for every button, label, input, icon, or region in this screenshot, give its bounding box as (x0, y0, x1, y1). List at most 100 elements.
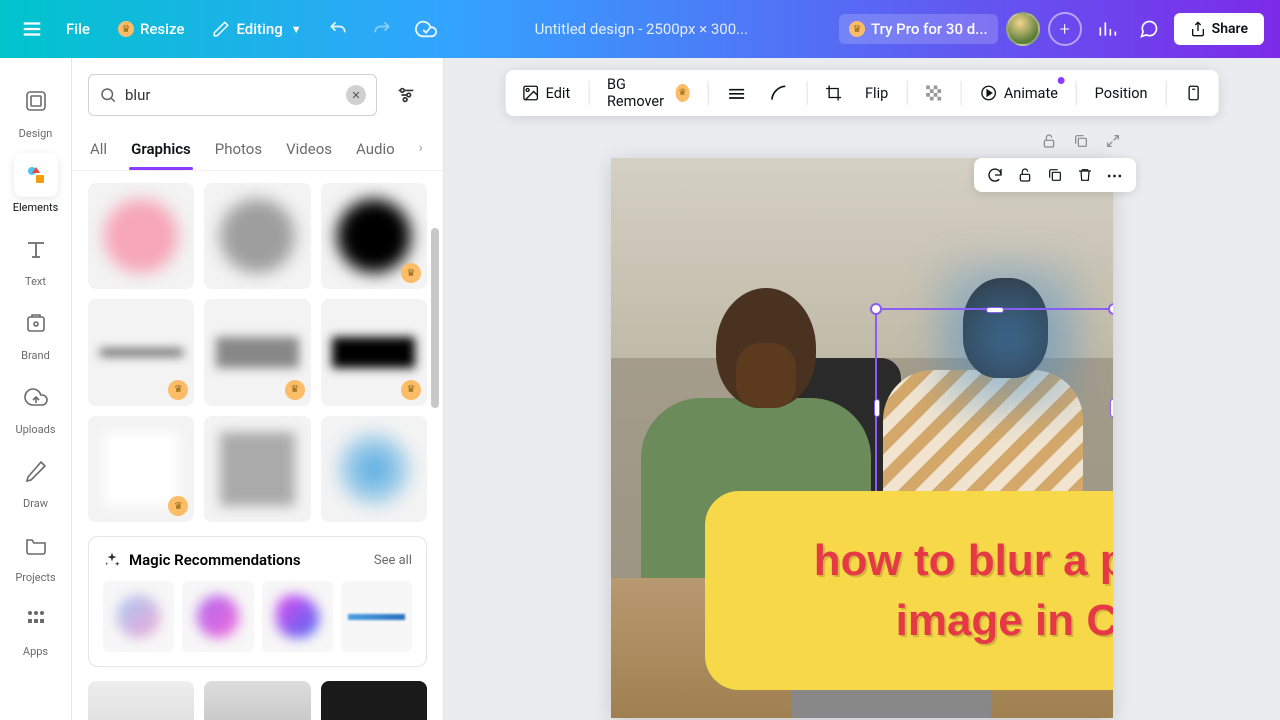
results-list: Magic Recommendations See all (72, 171, 443, 720)
element-thumb[interactable] (204, 183, 310, 289)
element-thumb[interactable] (88, 416, 194, 522)
magic-title: Magic Recommendations (129, 551, 301, 569)
resize-handle[interactable] (1108, 303, 1113, 315)
sparkle-icon (103, 551, 121, 569)
sync-icon[interactable] (986, 166, 1004, 184)
transparency-icon[interactable] (921, 80, 947, 106)
insights-icon[interactable] (1090, 12, 1124, 46)
rail-apps[interactable]: Apps (0, 590, 72, 664)
magic-thumb[interactable] (103, 581, 174, 652)
duplicate-page-icon[interactable] (1072, 132, 1090, 150)
resize-edge[interactable] (874, 399, 880, 417)
try-pro-button[interactable]: Try Pro for 30 d... (839, 14, 998, 44)
user-avatar[interactable] (1006, 12, 1040, 46)
tab-all[interactable]: All (88, 132, 109, 170)
element-thumb[interactable] (204, 681, 310, 720)
tab-audio[interactable]: Audio (354, 132, 397, 170)
undo-button[interactable] (320, 11, 356, 47)
resize-edge[interactable] (1110, 399, 1113, 417)
element-thumb[interactable] (88, 299, 194, 405)
tab-graphics[interactable]: Graphics (129, 132, 193, 170)
caption-overlay: how to blur a part of an image in Canva (705, 491, 1113, 690)
rail-design[interactable]: Design (0, 72, 72, 146)
tab-videos[interactable]: Videos (284, 132, 334, 170)
animate-button[interactable]: Animate (976, 80, 1062, 106)
copy-icon[interactable] (1046, 166, 1064, 184)
resize-button[interactable]: Resize (108, 14, 194, 44)
element-thumb[interactable] (321, 183, 427, 289)
rail-text[interactable]: Text (0, 220, 72, 294)
line-style-icon[interactable] (722, 79, 750, 107)
crown-icon (168, 496, 188, 516)
flip-button[interactable]: Flip (861, 81, 892, 106)
see-all-link[interactable]: See all (374, 553, 412, 568)
element-thumb[interactable] (88, 183, 194, 289)
rail-draw[interactable]: Draw (0, 442, 72, 516)
editing-dropdown[interactable]: Editing ▼ (202, 14, 311, 44)
add-member-button[interactable]: + (1048, 12, 1082, 46)
floating-element-toolbar: ⋯ (974, 158, 1136, 192)
crown-icon (401, 263, 421, 283)
element-thumb[interactable] (321, 681, 427, 720)
crown-icon (168, 380, 188, 400)
hamburger-menu-icon[interactable] (16, 13, 48, 45)
trash-icon[interactable] (1076, 166, 1094, 184)
notification-dot-icon (1058, 77, 1065, 84)
canvas-area: Edit BG Remover Flip Animate Position (444, 58, 1280, 720)
element-thumb[interactable] (204, 299, 310, 405)
side-rail: Design Elements Text Brand Uploads Draw … (0, 58, 72, 720)
crown-icon (285, 380, 305, 400)
elements-panel: ✕ All Graphics Photos Videos Audio › (72, 58, 444, 720)
crown-icon (849, 21, 865, 37)
element-thumb[interactable] (321, 299, 427, 405)
element-thumb[interactable] (204, 416, 310, 522)
crop-button[interactable] (821, 80, 847, 106)
resize-handle[interactable] (870, 303, 882, 315)
bg-remover-button[interactable]: BG Remover (603, 72, 693, 114)
magic-thumb[interactable] (262, 581, 333, 652)
position-button[interactable]: Position (1091, 81, 1152, 106)
lock-icon[interactable] (1040, 132, 1058, 150)
redo-button[interactable] (364, 11, 400, 47)
rail-uploads[interactable]: Uploads (0, 368, 72, 442)
element-thumb[interactable] (321, 416, 427, 522)
file-menu[interactable]: File (56, 14, 100, 44)
more-icon[interactable]: ⋯ (1106, 166, 1124, 184)
magic-thumb[interactable] (182, 581, 253, 652)
chevron-down-icon: ▼ (291, 23, 302, 36)
info-icon[interactable] (1180, 80, 1206, 106)
edit-image-button[interactable]: Edit (518, 80, 575, 106)
filter-button[interactable] (385, 74, 427, 116)
crown-icon (401, 380, 421, 400)
tabs-scroll-right[interactable]: › (417, 132, 425, 170)
page-mini-controls (1040, 132, 1122, 150)
expand-icon[interactable] (1104, 132, 1122, 150)
selection-box[interactable]: ⟲ (875, 308, 1113, 508)
crown-icon (675, 84, 689, 102)
document-title[interactable]: Untitled design - 2500px × 300... (452, 20, 831, 38)
tab-photos[interactable]: Photos (213, 132, 264, 170)
magic-thumb[interactable] (341, 581, 412, 652)
lock-icon[interactable] (1016, 166, 1034, 184)
caption-text: how to blur a part of an image in Canva (755, 531, 1113, 650)
clear-search-icon[interactable]: ✕ (346, 85, 366, 105)
magic-recommendations: Magic Recommendations See all (88, 536, 427, 667)
search-icon (99, 86, 117, 104)
rail-brand[interactable]: Brand (0, 294, 72, 368)
context-toolbar: Edit BG Remover Flip Animate Position (506, 70, 1219, 116)
element-thumb[interactable] (88, 681, 194, 720)
search-input[interactable] (125, 86, 338, 104)
crown-icon (118, 21, 134, 37)
category-tabs: All Graphics Photos Videos Audio › (72, 124, 443, 171)
design-canvas[interactable]: ⟲ how to blur a part of an image in Canv… (611, 158, 1113, 718)
resize-edge[interactable] (986, 307, 1004, 313)
cloud-sync-icon[interactable] (408, 11, 444, 47)
top-bar: File Resize Editing ▼ Untitled design - … (0, 0, 1280, 58)
corner-rounding-icon[interactable] (764, 79, 792, 107)
rail-elements[interactable]: Elements (0, 146, 72, 220)
comment-icon[interactable] (1132, 12, 1166, 46)
share-button[interactable]: Share (1174, 13, 1264, 45)
rail-projects[interactable]: Projects (0, 516, 72, 590)
scrollbar[interactable] (431, 228, 439, 408)
search-box[interactable]: ✕ (88, 74, 377, 116)
